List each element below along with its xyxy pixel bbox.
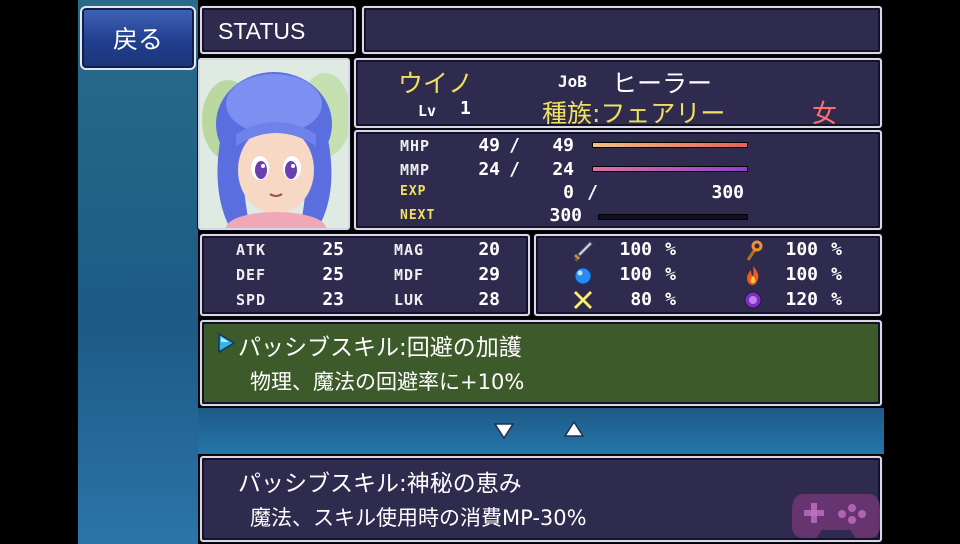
res-unit-fire: % <box>831 264 842 285</box>
stat-label-mag: MAG <box>394 241 425 259</box>
portrait-image <box>200 60 351 244</box>
mmp-label: MMP <box>400 161 431 179</box>
res-unit-staff: % <box>831 239 842 260</box>
sword-icon <box>574 241 593 262</box>
res-value-dark: 120 <box>785 289 818 310</box>
water-orb-icon <box>574 267 592 285</box>
cursor-arrow-icon <box>218 332 236 354</box>
skill-description: 物理、魔法の回避率に+10% <box>250 370 525 394</box>
title-panel: STATUS <box>200 6 356 54</box>
base-stats-panel: ATK 25 DEF 25 SPD 23 MAG 20 MDF 29 LUK 2… <box>200 234 530 316</box>
page-title: STATUS <box>218 18 306 44</box>
res-value-sword: 100 <box>619 239 652 260</box>
res-value-fire: 100 <box>785 264 818 285</box>
next-bar-track <box>598 214 748 220</box>
res-unit-water: % <box>665 264 676 285</box>
mmp-current: 24 <box>478 159 500 180</box>
back-button[interactable]: 戻る <box>80 6 196 70</box>
mhp-separator: / <box>509 135 520 156</box>
stat-value-mdf: 29 <box>478 264 500 285</box>
staff-icon <box>746 240 763 261</box>
res-value-lightning: 80 <box>630 289 652 310</box>
character-gender: 女 <box>812 99 838 128</box>
fire-icon <box>747 266 759 285</box>
header-info-panel <box>362 6 882 54</box>
mp-bar-track <box>592 166 748 172</box>
res-unit-dark: % <box>831 289 842 310</box>
exp-max: 300 <box>711 182 744 203</box>
resistance-panel: 100 % 100 % 80 % 100 % 100 % 120 % <box>534 234 882 316</box>
level-label: Lv <box>418 102 437 120</box>
skill-name: パッシブスキル:回避の加護 <box>238 335 522 361</box>
character-portrait <box>198 58 351 244</box>
scroll-down-button[interactable] <box>492 420 516 442</box>
stat-label-mdf: MDF <box>394 266 425 284</box>
mmp-separator: / <box>509 159 520 180</box>
stat-value-spd: 23 <box>322 289 344 310</box>
res-value-staff: 100 <box>785 239 818 260</box>
mp-bar-fill <box>593 167 747 171</box>
mhp-label: MHP <box>400 137 431 155</box>
res-unit-lightning: % <box>665 289 676 310</box>
mhp-max: 49 <box>552 135 574 156</box>
hp-bar-fill <box>593 143 747 147</box>
character-name: ウイノ <box>398 69 474 98</box>
stat-label-spd: SPD <box>236 291 267 309</box>
exp-separator: / <box>587 182 598 203</box>
res-unit-sword: % <box>665 239 676 260</box>
gamepad-icon[interactable] <box>790 488 882 540</box>
skill-name: パッシブスキル:神秘の恵み <box>238 471 522 497</box>
skill-description: 魔法、スキル使用時の消費MP-30% <box>250 506 587 530</box>
skill-item-selected[interactable]: パッシブスキル:回避の加護 物理、魔法の回避率に+10% <box>200 320 882 406</box>
next-label: NEXT <box>400 208 436 223</box>
level-value: 1 <box>460 98 471 119</box>
hp-bar-track <box>592 142 748 148</box>
dark-orb-icon <box>744 291 762 309</box>
exp-label: EXP <box>400 184 427 199</box>
next-value: 300 <box>549 205 582 226</box>
left-sidebar <box>78 0 198 544</box>
stat-value-def: 25 <box>322 264 344 285</box>
stat-label-atk: ATK <box>236 241 267 259</box>
stat-value-luk: 28 <box>478 289 500 310</box>
vitals-panel: MHP 49 / 49 MMP 24 / 24 EXP 0 / 300 NEXT… <box>354 130 882 230</box>
status-screen: 戻る STATUS ウイノ JoB ヒーラー Lv 1 種族:フェアリー 女 M… <box>0 0 960 544</box>
scroll-band <box>198 408 884 454</box>
skill-item[interactable]: パッシブスキル:神秘の恵み 魔法、スキル使用時の消費MP-30% <box>200 456 882 542</box>
character-info-panel: ウイノ JoB ヒーラー Lv 1 種族:フェアリー 女 <box>354 58 882 128</box>
job-label: JoB <box>558 72 587 91</box>
stat-label-def: DEF <box>236 266 267 284</box>
character-race: 種族:フェアリー <box>542 99 726 128</box>
stat-label-luk: LUK <box>394 291 425 309</box>
stat-value-mag: 20 <box>478 239 500 260</box>
res-value-water: 100 <box>619 264 652 285</box>
lightning-icon <box>573 290 593 310</box>
exp-current: 0 <box>563 182 574 203</box>
mhp-current: 49 <box>478 135 500 156</box>
stat-value-atk: 25 <box>322 239 344 260</box>
mmp-max: 24 <box>552 159 574 180</box>
scroll-up-button[interactable] <box>562 418 586 440</box>
